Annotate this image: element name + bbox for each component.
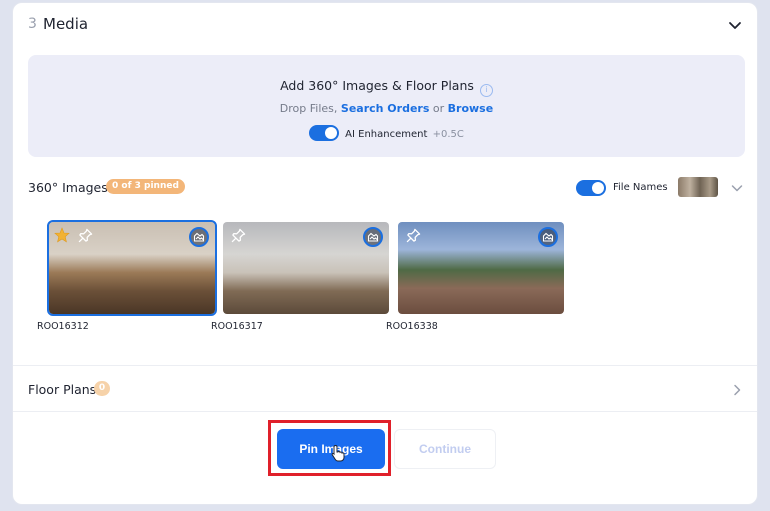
dropzone-title: Add 360° Images & Floor Plans bbox=[280, 78, 474, 93]
continue-button[interactable]: Continue bbox=[394, 429, 496, 469]
dropzone-title-row: Add 360° Images & Floor Plans i bbox=[28, 78, 745, 97]
info-icon[interactable]: i bbox=[479, 84, 493, 97]
pin-icon[interactable] bbox=[406, 228, 421, 243]
images-header: 360° Images 0 of 3 pinned File Names bbox=[13, 171, 757, 201]
image-thumbnail[interactable] bbox=[398, 222, 564, 314]
chevron-right-icon[interactable] bbox=[731, 383, 743, 397]
images-title: 360° Images bbox=[28, 180, 108, 195]
ai-enhancement-label: AI Enhancement bbox=[345, 129, 428, 140]
image-thumbnail[interactable] bbox=[47, 220, 217, 316]
or-text: or bbox=[432, 102, 445, 115]
hand-cursor-icon bbox=[331, 444, 345, 462]
ai-enhancement-cost: +0.5C bbox=[432, 129, 464, 140]
media-card: 3 Media Add 360° Images & Floor Plans i D… bbox=[12, 2, 758, 505]
ai-enhance-button[interactable] bbox=[363, 227, 383, 247]
chevron-down-icon[interactable] bbox=[727, 17, 743, 33]
ai-enhancement-row: AI Enhancement +0.5C bbox=[28, 125, 745, 141]
thumbnail-view-preview[interactable] bbox=[678, 177, 718, 197]
file-names-toggle[interactable] bbox=[576, 180, 606, 196]
floor-plans-count-badge: 0 bbox=[94, 381, 110, 396]
dropzone-subtitle: Drop Files, Search Orders or Browse bbox=[28, 102, 745, 115]
image-file-name: ROO16312 bbox=[37, 321, 89, 332]
media-section-header[interactable]: 3 Media bbox=[13, 3, 757, 47]
image-thumbnail[interactable] bbox=[223, 222, 389, 314]
ai-enhancement-toggle[interactable] bbox=[309, 125, 340, 141]
pin-icon[interactable] bbox=[78, 228, 93, 243]
section-number: 3 bbox=[28, 16, 37, 32]
drop-files-text: Drop Files, bbox=[279, 102, 338, 115]
upload-dropzone[interactable]: Add 360° Images & Floor Plans i Drop File… bbox=[28, 55, 745, 157]
ai-enhance-button[interactable] bbox=[189, 227, 209, 247]
ai-enhance-button[interactable] bbox=[538, 227, 558, 247]
divider bbox=[13, 411, 757, 412]
pin-icon[interactable] bbox=[231, 228, 246, 243]
section-title: Media bbox=[43, 15, 89, 33]
star-icon[interactable] bbox=[54, 227, 70, 243]
chevron-down-icon[interactable] bbox=[730, 181, 744, 195]
image-file-name: ROO16317 bbox=[211, 321, 263, 332]
search-orders-link[interactable]: Search Orders bbox=[341, 102, 430, 115]
floor-plans-title: Floor Plans bbox=[28, 382, 97, 397]
image-file-name: ROO16338 bbox=[386, 321, 438, 332]
divider bbox=[13, 365, 757, 366]
pinned-count-badge: 0 of 3 pinned bbox=[106, 179, 185, 194]
browse-link[interactable]: Browse bbox=[448, 102, 494, 115]
file-names-label: File Names bbox=[613, 182, 668, 193]
